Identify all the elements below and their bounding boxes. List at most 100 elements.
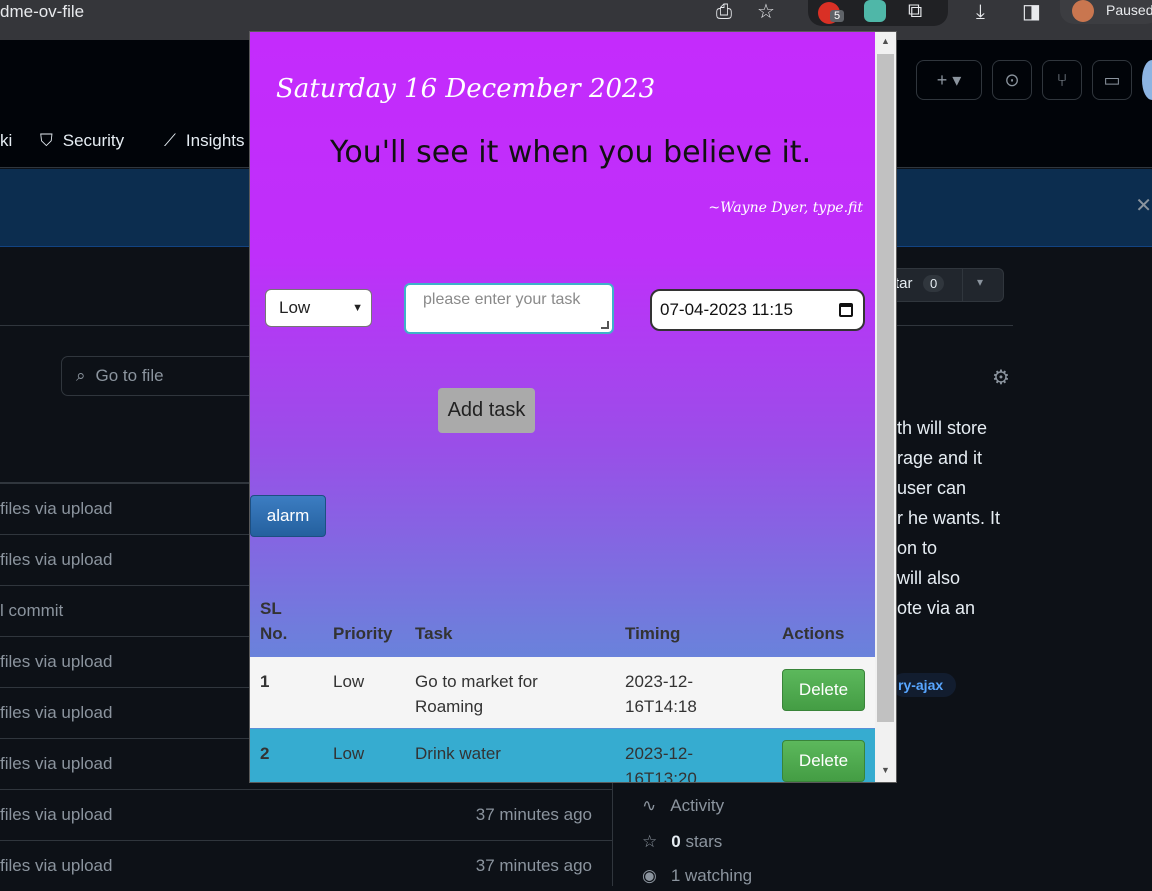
create-new-button[interactable]: + ▾ [916,60,982,100]
extension-badge: 5 [830,10,845,22]
commit-message[interactable]: files via upload [0,703,112,723]
tab-wiki-label: ki [0,131,13,150]
chevron-down-icon: ▼ [352,302,363,314]
star-button[interactable]: tar 0 ▾ [880,268,1004,302]
search-icon: ⌕ [76,366,86,385]
header-priority: Priority [333,624,393,643]
row-sl: 1 [260,672,270,691]
commit-message[interactable]: l commit [0,601,63,621]
star-count: 0 [923,275,945,292]
issues-icon[interactable]: ⊙ [992,60,1032,100]
about-line: on to [897,538,938,558]
commit-message[interactable]: files via upload [0,856,112,876]
profile-status: Paused [1106,2,1152,18]
extensions-area: 5 ⧉ [808,0,948,26]
gear-icon[interactable]: ⚙ [992,365,1010,390]
commit-message[interactable]: files via upload [0,652,112,672]
divider [962,269,963,301]
sidebar-stars[interactable]: ☆ 0 stars [642,832,722,852]
table-row: 1 Low Go to market for Roaming 2023-12- … [250,657,876,728]
scroll-up-icon[interactable]: ▲ [875,32,896,50]
header-sl: SL [260,599,282,618]
row-task: Roaming [415,697,484,716]
row-task: Go to market for [415,672,538,691]
address-bar-url[interactable]: dme-ov-file [0,2,84,22]
about-line: r he wants. It [897,508,1001,528]
pull-requests-icon[interactable]: ⑂ [1042,60,1082,100]
current-date: Saturday 16 December 2023 [276,74,656,104]
about-line: ote via an [897,598,976,618]
alarm-button[interactable]: alarm [250,495,326,537]
task-table: SL No. Priority Task Timing Actions 1 Lo… [250,595,876,782]
avatar [1072,0,1094,22]
row-priority: Low [333,744,365,763]
todo-extension-popup: Saturday 16 December 2023 You'll see it … [249,31,897,783]
header-no: No. [260,624,288,643]
topic-tag[interactable]: ry-ajax [892,673,956,697]
scrollbar-thumb[interactable] [877,54,894,722]
priority-select[interactable]: Low ▼ [265,289,372,327]
sidebar-watching[interactable]: ◉ 1 watching [642,866,752,886]
star-label: tar [895,275,913,292]
commit-message[interactable]: files via upload [0,550,112,570]
tab-security-label: Security [62,131,125,150]
commit-time: 37 minutes ago [475,805,592,824]
file-row[interactable]: files via upload 37 minutes ago [0,840,612,891]
header-actions: Actions [782,624,845,643]
row-priority: Low [333,672,365,691]
activity-label: Activity [670,796,725,815]
puzzle-extensions-icon[interactable]: ⧉ [908,0,922,23]
close-icon[interactable]: ✕ [1135,193,1152,218]
daily-quote: You'll see it when you believe it. [330,135,812,170]
header-timing: Timing [625,624,681,643]
eye-icon: ◉ [642,866,657,885]
download-icon[interactable]: ⤓ [976,0,985,24]
commit-message[interactable]: files via upload [0,499,112,519]
row-timing: 16T14:18 [625,697,697,716]
star-icon: ☆ [642,832,658,851]
side-panel-icon[interactable]: ◨ [1022,0,1041,24]
table-header: SL No. Priority Task Timing Actions [250,595,876,657]
stars-label: stars [685,832,723,851]
popup-scrollbar[interactable]: ▲ ▼ [875,32,896,782]
row-task: Drink water [415,744,501,763]
commit-time: 37 minutes ago [475,856,592,875]
table-row: 2 Low Drink water 2023-12- 16T13:20 Dele… [250,729,876,783]
todo-extension-icon[interactable] [864,0,886,22]
task-placeholder: please enter your task [423,291,581,308]
goto-file-input[interactable]: ⌕ Go to file [61,356,261,396]
about-line: rage and it [897,448,983,468]
about-line: will also [897,568,961,588]
tab-insights[interactable]: ⟋ Insights [164,131,245,151]
header-task: Task [415,624,453,643]
pulse-icon: ∿ [642,796,657,815]
bookmark-star-icon[interactable]: ☆ [757,0,775,24]
tab-security[interactable]: ⛉ Security [40,131,124,151]
about-line: user can [897,478,967,498]
scroll-down-icon[interactable]: ▼ [875,761,896,779]
resize-handle-icon[interactable] [601,321,609,329]
delete-button[interactable]: Delete [782,669,865,711]
stars-count: 0 [671,832,681,851]
add-task-button[interactable]: Add task [438,388,535,433]
commit-message[interactable]: files via upload [0,805,112,825]
delete-button[interactable]: Delete [782,740,865,782]
task-textarea[interactable]: please enter your task [404,283,614,334]
quote-author: ~Wayne Dyer, type.fit [708,200,863,216]
about-description: th will store rage and it user can r he … [897,413,1152,623]
sidebar-activity[interactable]: ∿ Activity [642,796,724,816]
datetime-input[interactable]: 07-04-2023 11:15 [650,289,865,331]
install-app-icon[interactable]: ⎙ [716,0,732,24]
commit-message[interactable]: files via upload [0,754,112,774]
row-timing: 16T13:20 [625,769,697,783]
row-timing: 2023-12- [625,672,694,691]
calendar-icon[interactable] [839,303,853,317]
goto-file-placeholder: Go to file [95,366,164,385]
chevron-down-icon[interactable]: ▾ [977,275,983,289]
row-sl: 2 [260,744,270,763]
inbox-icon[interactable]: ▭ [1092,60,1132,100]
file-row[interactable]: files via upload 37 minutes ago [0,789,612,840]
about-line: th will store [897,418,988,438]
tab-wiki[interactable]: ki [0,131,12,151]
priority-selected-value: Low [279,298,311,317]
